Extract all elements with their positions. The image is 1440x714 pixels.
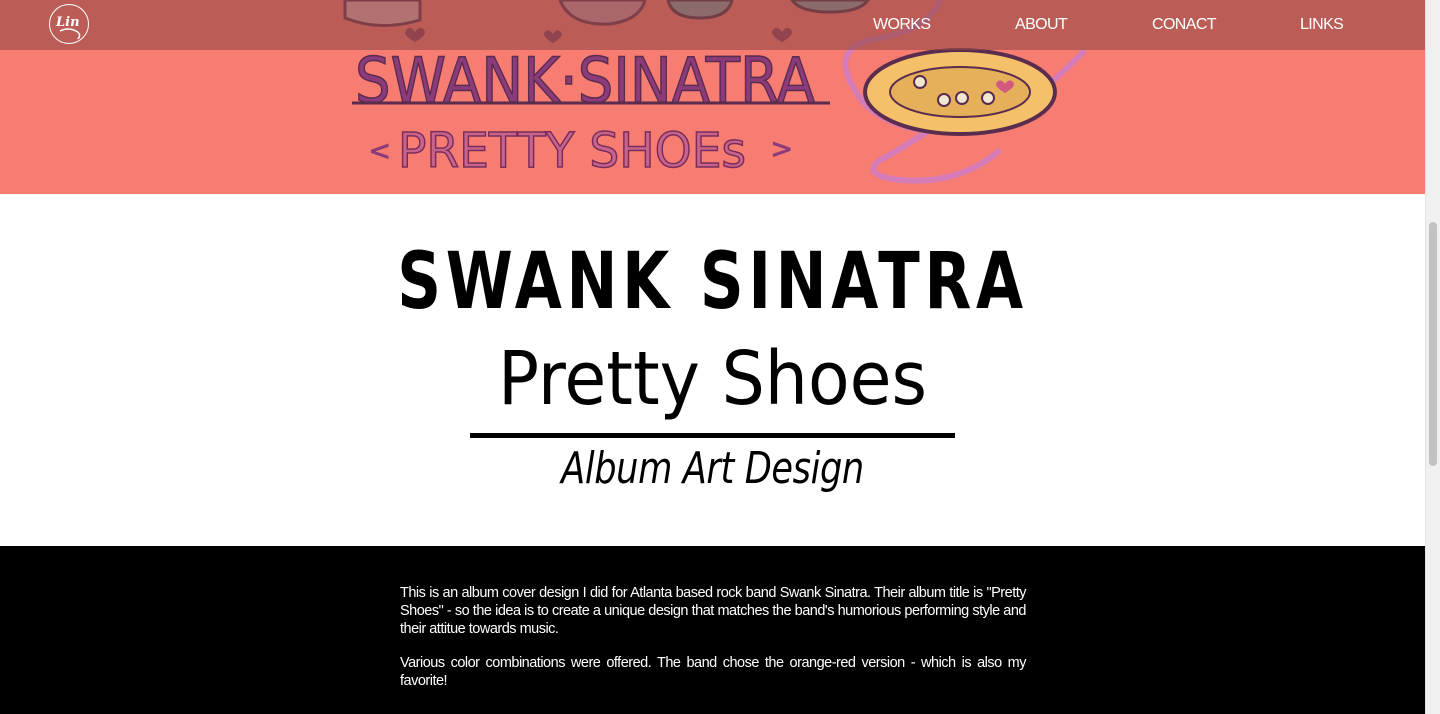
title-divider (470, 433, 955, 438)
description-paragraph-2: Various color combinations were offered.… (400, 655, 1027, 689)
art-right-arrow: > (770, 132, 793, 165)
nav-link-links[interactable]: LINKS (1300, 15, 1344, 35)
art-album-text: PRETTY SHOEs (398, 123, 746, 179)
art-left-arrow: < (368, 134, 391, 167)
logo-icon: Lin (55, 15, 81, 40)
page: SWANK·SINATRA < PRETTY SHOEs > Lin WORKS… (0, 0, 1425, 714)
description-section: This is an album cover design I did for … (0, 546, 1425, 714)
title-section: SWANK SINATRA Pretty Shoes Album Art Des… (0, 194, 1425, 546)
project-subtitle: Album Art Design (561, 443, 864, 494)
nav-link-works[interactable]: WORKS (873, 15, 931, 35)
description-text: This is an album cover design I did for … (400, 584, 1027, 706)
album-title-heading: Pretty Shoes (498, 336, 927, 422)
logo[interactable]: Lin (49, 4, 89, 44)
logo-text: Lin (55, 15, 80, 30)
top-navigation-bar: Lin WORKS ABOUT CONACT LINKS (0, 0, 1425, 50)
art-band-text: SWANK·SINATRA (355, 44, 815, 117)
nav-link-contact[interactable]: CONACT (1152, 15, 1217, 35)
vertical-scrollbar[interactable] (1425, 0, 1440, 714)
scrollbar-thumb[interactable] (1429, 222, 1437, 466)
band-name-heading: SWANK SINATRA (397, 237, 1028, 327)
description-paragraph-1: This is an album cover design I did for … (400, 585, 1027, 637)
nav-link-about[interactable]: ABOUT (1015, 15, 1068, 35)
